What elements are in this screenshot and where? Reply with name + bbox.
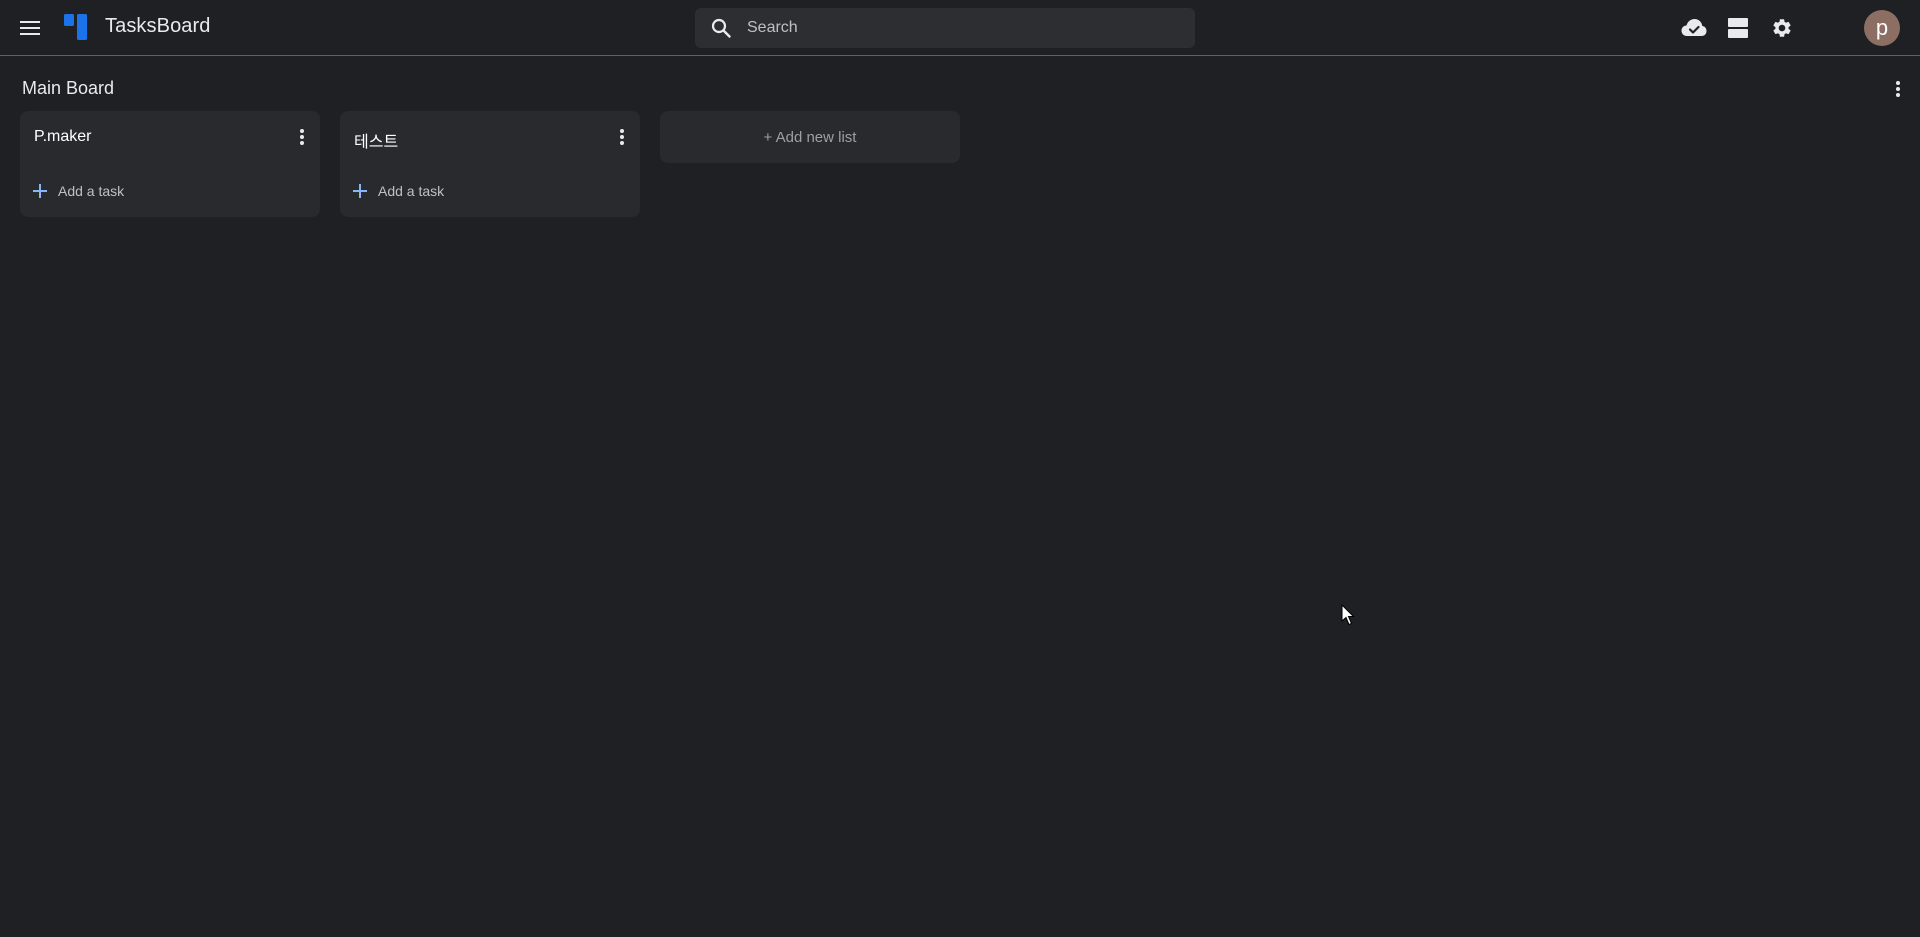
search-icon [711, 18, 731, 38]
add-task-label: Add a task [58, 183, 125, 199]
task-list: 테스트 Add a task [340, 111, 640, 217]
add-new-list-button[interactable]: + Add new list [660, 111, 960, 163]
board-options-button[interactable] [1882, 77, 1914, 101]
layout-toggle-button[interactable] [1722, 12, 1754, 44]
plus-icon [353, 184, 367, 198]
app-title: TasksBoard [105, 15, 211, 37]
gear-icon [1773, 19, 1791, 37]
search-button[interactable] [695, 8, 747, 48]
more-vert-icon [300, 129, 304, 145]
user-avatar[interactable]: p [1864, 10, 1900, 46]
task-list: P.maker Add a task [20, 111, 320, 217]
board-title[interactable]: Main Board [22, 78, 114, 99]
list-options-button[interactable] [290, 125, 314, 149]
top-bar: TasksBoard p [0, 0, 1920, 56]
more-vert-icon [1896, 81, 1900, 97]
settings-button[interactable] [1766, 12, 1798, 44]
cloud-done-icon [1681, 19, 1707, 36]
more-vert-icon [620, 129, 624, 145]
add-task-button[interactable]: Add a task [352, 179, 444, 203]
main-menu-button[interactable] [14, 12, 46, 44]
mouse-cursor-icon [1341, 604, 1355, 626]
menu-icon [20, 21, 40, 35]
search-input[interactable] [747, 8, 1195, 48]
tasksboard-logo [64, 14, 87, 40]
plus-icon [33, 184, 47, 198]
search-bar[interactable] [695, 8, 1195, 48]
view-agenda-icon [1728, 18, 1748, 38]
list-options-button[interactable] [610, 125, 634, 149]
add-task-button[interactable]: Add a task [32, 179, 124, 203]
list-title[interactable]: P.maker [34, 128, 92, 146]
list-title[interactable]: 테스트 [354, 128, 398, 152]
add-task-label: Add a task [378, 183, 445, 199]
sync-status-button[interactable] [1678, 12, 1710, 44]
